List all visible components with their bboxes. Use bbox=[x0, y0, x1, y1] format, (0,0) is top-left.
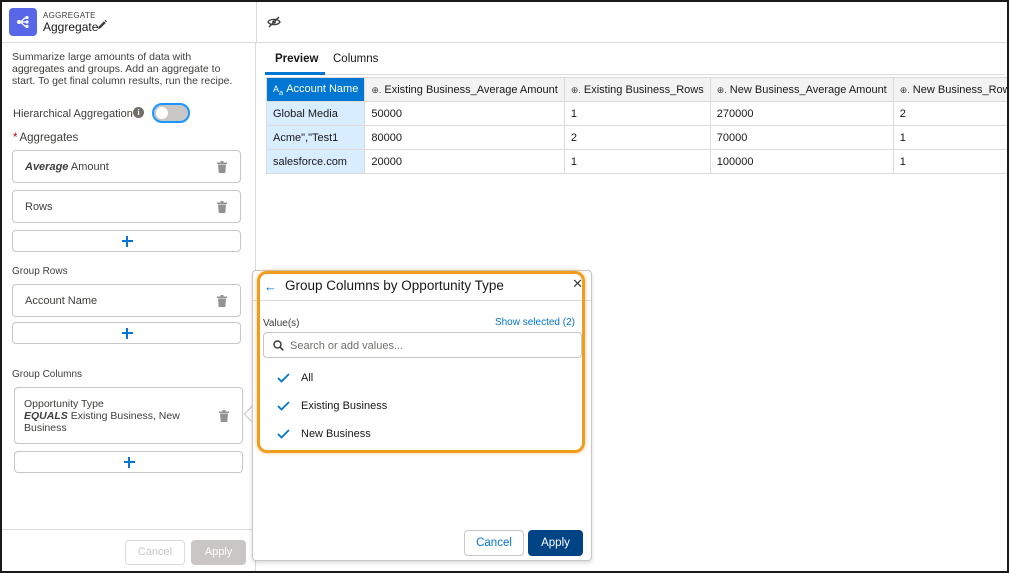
table-cell[interactable]: 270000 bbox=[709, 101, 894, 126]
add-aggregate-button[interactable] bbox=[12, 230, 241, 252]
close-icon[interactable]: ✕ bbox=[572, 276, 583, 292]
panel-description: Summarize large amounts of data with agg… bbox=[12, 51, 233, 87]
table-cell[interactable]: 1 bbox=[892, 149, 1007, 174]
plus-icon bbox=[121, 328, 133, 339]
table-cell[interactable]: 50000 bbox=[364, 101, 565, 126]
preview-data-table: Aa Account Name ⊕. Existing Business_Avera… bbox=[265, 77, 1007, 174]
column-header-existing-business-average-amount[interactable]: ⊕. Existing Business_Average Amount bbox=[364, 77, 565, 102]
hierarchical-aggregation-toggle[interactable] bbox=[152, 103, 190, 123]
add-group-row-button[interactable] bbox=[12, 322, 241, 344]
preview-tabs: Preview Columns bbox=[265, 43, 1005, 75]
table-cell[interactable]: salesforce.com bbox=[265, 149, 366, 174]
delete-trash-icon[interactable] bbox=[217, 161, 227, 173]
group-row-item-account-name[interactable]: Account Name bbox=[12, 284, 241, 317]
search-icon bbox=[273, 340, 284, 351]
group-column-field: Opportunity Type bbox=[24, 398, 104, 410]
apply-button[interactable]: Apply bbox=[191, 540, 246, 565]
aggregates-label: * Aggregates bbox=[13, 132, 79, 144]
group-columns-label: Group Columns bbox=[12, 369, 83, 380]
value-search-field[interactable] bbox=[263, 332, 582, 358]
aggregate-item-rows[interactable]: Rows bbox=[12, 190, 241, 223]
values-label: Value(s) bbox=[263, 318, 300, 329]
plus-icon bbox=[123, 457, 135, 468]
table-cell[interactable]: Acme","Test1 bbox=[265, 125, 366, 150]
active-tab-indicator bbox=[265, 72, 325, 75]
option-existing-business[interactable]: Existing Business bbox=[277, 397, 567, 417]
add-group-column-button[interactable] bbox=[14, 451, 243, 473]
option-all[interactable]: All bbox=[277, 369, 567, 389]
filter-operator: EQUALS bbox=[24, 410, 68, 422]
table-cell[interactable]: 2 bbox=[563, 125, 711, 150]
node-header: AGGREGATE Aggregate bbox=[2, 2, 1007, 43]
table-cell[interactable]: 1 bbox=[563, 101, 711, 126]
aggregate-field: Rows bbox=[25, 201, 53, 213]
delete-trash-icon[interactable] bbox=[217, 295, 227, 307]
group-column-item-opportunity-type[interactable]: Opportunity Type EQUALS Existing Busines… bbox=[14, 387, 243, 444]
hide-preview-icon[interactable] bbox=[267, 15, 281, 29]
column-header-existing-business-rows[interactable]: ⊕. Existing Business_Rows bbox=[563, 77, 711, 102]
table-cell[interactable]: 2 bbox=[892, 101, 1007, 126]
numeric-type-icon: ⊕. bbox=[716, 84, 727, 95]
cancel-button[interactable]: Cancel bbox=[125, 540, 185, 565]
table-cell[interactable]: 100000 bbox=[709, 149, 894, 174]
table-cell[interactable]: 20000 bbox=[364, 149, 565, 174]
node-title: Aggregate bbox=[43, 20, 99, 34]
table-cell[interactable]: 1 bbox=[892, 125, 1007, 150]
numeric-type-icon: ⊕. bbox=[371, 84, 382, 95]
toggle-knob bbox=[156, 107, 168, 119]
table-cell[interactable]: 70000 bbox=[709, 125, 894, 150]
option-label: All bbox=[301, 372, 314, 384]
table-cell[interactable]: Global Media bbox=[265, 101, 366, 126]
aggregate-config-panel: Summarize large amounts of data with agg… bbox=[2, 43, 256, 571]
table-cell[interactable]: 1 bbox=[563, 149, 711, 174]
back-arrow-icon[interactable]: ← bbox=[264, 280, 277, 293]
show-selected-link[interactable]: Show selected (2) bbox=[495, 317, 575, 328]
hierarchical-aggregation-label: Hierarchical Aggregation bbox=[13, 108, 133, 120]
delete-trash-icon[interactable] bbox=[217, 201, 227, 213]
table-row: Acme","Test1 80000 2 70000 1 bbox=[265, 125, 1007, 150]
column-header-new-business-average-amount[interactable]: ⊕. New Business_Average Amount bbox=[709, 77, 894, 102]
popover-apply-button[interactable]: Apply bbox=[528, 530, 583, 556]
popover-header: ← Group Columns by Opportunity Type ✕ bbox=[253, 271, 591, 301]
delete-trash-icon[interactable] bbox=[219, 410, 229, 422]
option-label: Existing Business bbox=[301, 400, 388, 412]
group-columns-popover: ← Group Columns by Opportunity Type ✕ Va… bbox=[252, 270, 592, 561]
column-header-new-business-rows[interactable]: ⊕. New Business_Rows bbox=[892, 77, 1007, 102]
aggregate-function: Average bbox=[25, 161, 69, 173]
group-rows-label: Group Rows bbox=[12, 266, 68, 277]
aggregate-field: Amount bbox=[70, 161, 109, 173]
recipe-editor-window: AGGREGATE Aggregate Summarize large amou… bbox=[0, 0, 1009, 573]
aggregate-item-average-amount[interactable]: Average Amount bbox=[12, 150, 241, 183]
option-new-business[interactable]: New Business bbox=[277, 425, 567, 445]
info-icon[interactable]: i bbox=[133, 107, 144, 118]
table-header-row: Aa Account Name ⊕. Existing Business_Avera… bbox=[265, 77, 1007, 102]
text-type-icon: Aa bbox=[273, 83, 284, 97]
table-row: Global Media 50000 1 270000 2 bbox=[265, 101, 1007, 126]
required-marker: * bbox=[13, 132, 18, 144]
popover-title: Group Columns by Opportunity Type bbox=[285, 278, 504, 293]
aggregate-node-icon bbox=[9, 8, 37, 36]
tab-preview[interactable]: Preview bbox=[275, 53, 318, 65]
node-type-label: AGGREGATE bbox=[43, 11, 96, 20]
numeric-type-icon: ⊕. bbox=[570, 84, 581, 95]
value-search-input[interactable] bbox=[290, 337, 570, 354]
checkmark-icon bbox=[277, 429, 290, 439]
table-cell[interactable]: 80000 bbox=[364, 125, 565, 150]
option-label: New Business bbox=[301, 428, 371, 440]
header-divider bbox=[256, 2, 257, 43]
group-row-field: Account Name bbox=[25, 295, 98, 307]
numeric-type-icon: ⊕. bbox=[899, 84, 910, 95]
tab-columns[interactable]: Columns bbox=[333, 53, 378, 65]
table-row: salesforce.com 20000 1 100000 1 bbox=[265, 149, 1007, 174]
panel-footer: Cancel Apply bbox=[2, 529, 255, 571]
plus-icon bbox=[121, 236, 133, 247]
checkmark-icon bbox=[277, 373, 290, 383]
edit-pencil-icon[interactable] bbox=[96, 19, 108, 31]
popover-cancel-button[interactable]: Cancel bbox=[464, 530, 524, 556]
column-header-account-name[interactable]: Aa Account Name bbox=[265, 77, 366, 102]
checkmark-icon bbox=[277, 401, 290, 411]
